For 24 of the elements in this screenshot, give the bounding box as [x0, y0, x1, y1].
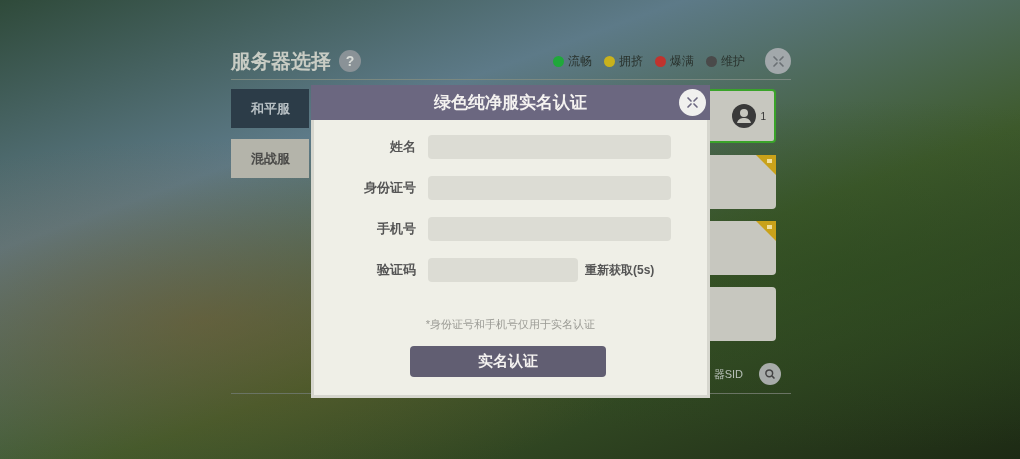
- verify-button[interactable]: 实名认证: [409, 345, 606, 377]
- privacy-note: *身份证号和手机号仅用于实名认证: [424, 317, 597, 332]
- field-label: 手机号: [376, 220, 416, 239]
- close-icon: [685, 95, 700, 110]
- server-tab[interactable]: 混战服: [231, 139, 309, 178]
- player-count: 1: [760, 109, 766, 124]
- resend-code-button[interactable]: 重新获取(5s): [585, 261, 655, 279]
- field-label: 验证码: [375, 261, 416, 280]
- sid-label: 器SID: [713, 366, 743, 382]
- search-icon: [764, 368, 776, 380]
- dialog-title: 绿色纯净服实名认证: [434, 91, 587, 114]
- avatar-icon: [732, 104, 757, 128]
- close-button[interactable]: [765, 48, 791, 74]
- legend-label: 爆满: [670, 53, 694, 70]
- field-label: 姓名: [389, 138, 416, 157]
- search-button[interactable]: [759, 363, 781, 385]
- legend-label: 拥挤: [619, 53, 643, 70]
- panel-title: 服务器选择: [231, 49, 331, 74]
- close-icon: [770, 53, 786, 69]
- close-button[interactable]: [679, 89, 706, 116]
- legend-label: 维护: [721, 53, 745, 70]
- field-label: 身份证号: [363, 179, 416, 198]
- legend-label: 流畅: [568, 53, 592, 70]
- server-tab[interactable]: 和平服: [231, 89, 309, 128]
